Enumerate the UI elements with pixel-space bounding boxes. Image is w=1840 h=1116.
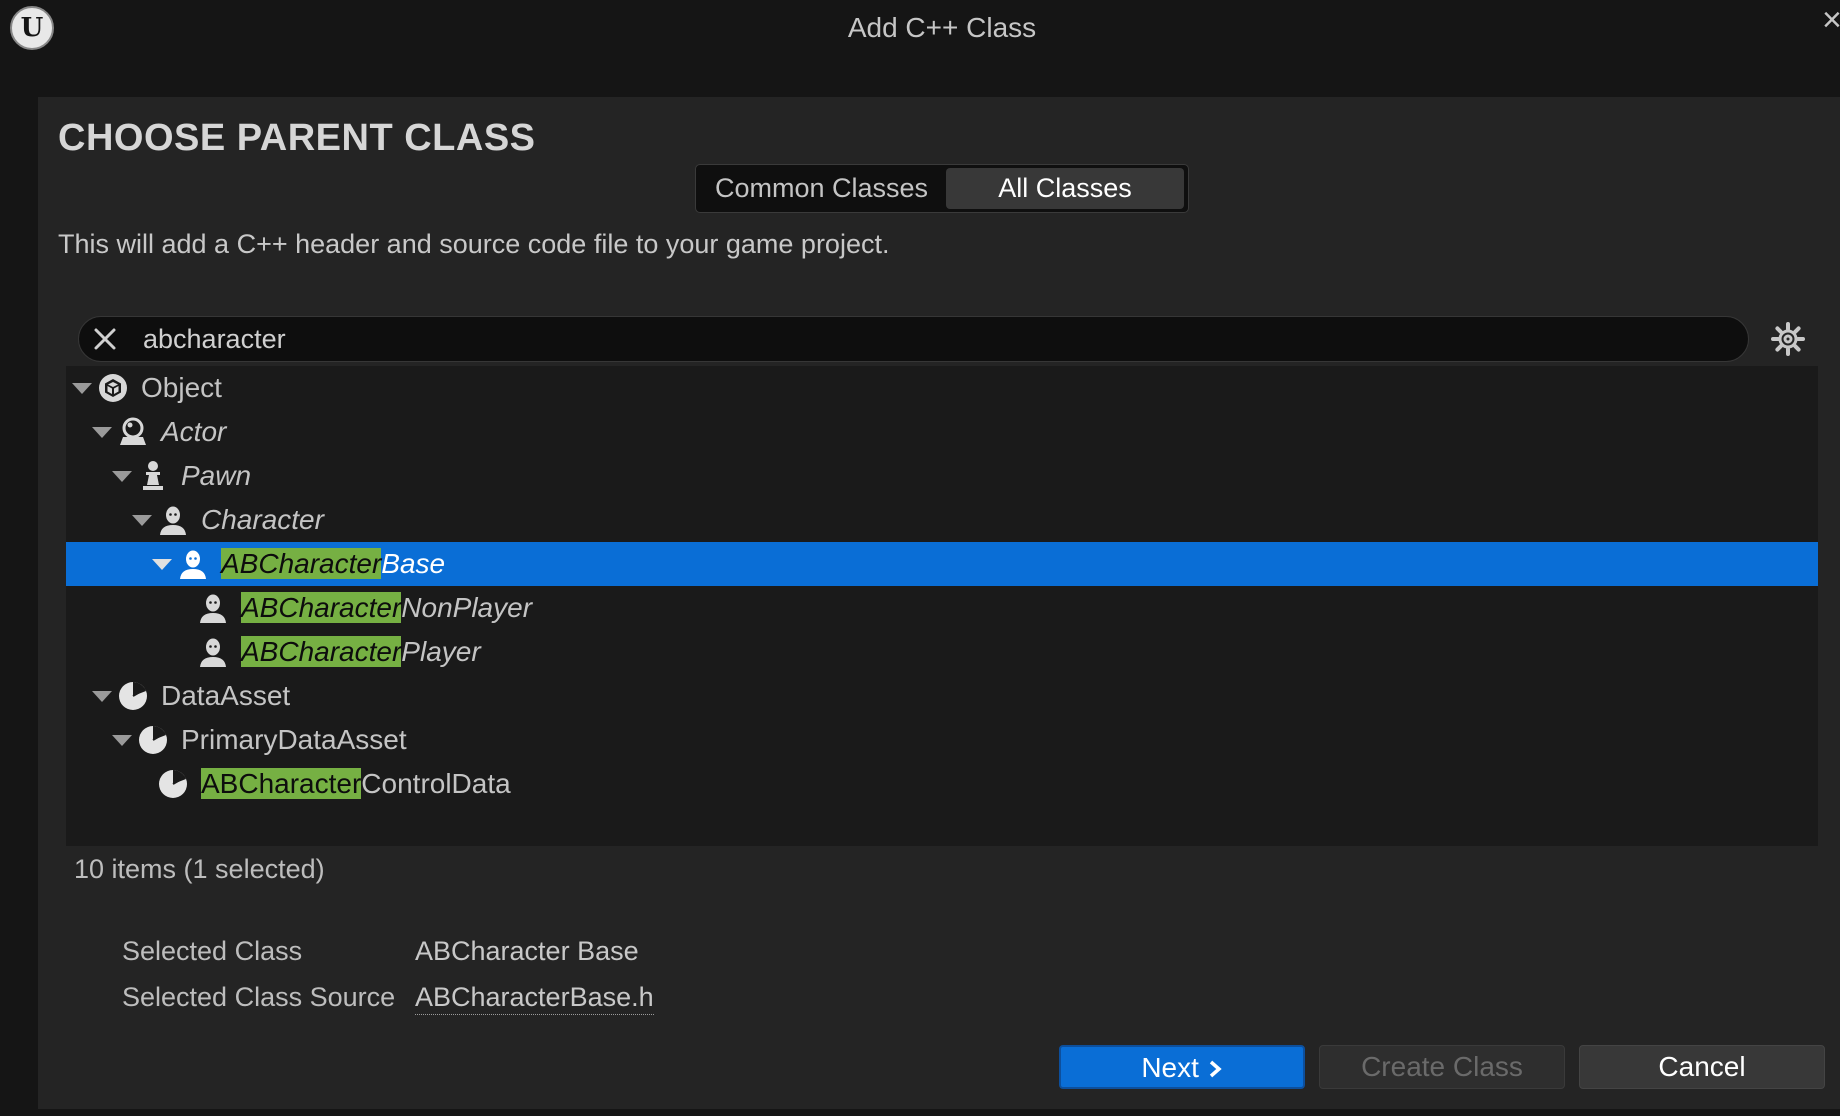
chevron-down-icon[interactable] xyxy=(130,508,154,532)
character-icon xyxy=(200,638,226,667)
tree-row-label: ABCharacterNonPlayer xyxy=(241,592,533,623)
object-icon xyxy=(99,374,127,402)
search-match-highlight: ABCharacter xyxy=(201,768,362,799)
tree-row-dataasset[interactable]: DataAsset xyxy=(66,674,1818,718)
page-title: CHOOSE PARENT CLASS xyxy=(58,117,536,159)
tree-row-object[interactable]: Object xyxy=(66,366,1818,410)
data-asset-icon xyxy=(119,682,147,710)
search-match-highlight: ABCharacter xyxy=(241,592,402,623)
close-icon[interactable]: × xyxy=(1822,2,1840,38)
selected-class-source-label: Selected Class Source xyxy=(122,982,396,1012)
tab-all-classes[interactable]: All Classes xyxy=(946,168,1184,209)
chevron-down-icon[interactable] xyxy=(110,728,134,752)
tree-row-actor[interactable]: Actor xyxy=(66,410,1818,454)
tree-row-abcharacterplayer[interactable]: ABCharacterPlayer xyxy=(66,630,1818,674)
tree-row-label: Object xyxy=(141,372,222,403)
tab-common-classes[interactable]: Common Classes xyxy=(699,168,944,209)
search-input[interactable] xyxy=(143,319,1703,359)
next-button[interactable]: Next xyxy=(1059,1045,1305,1089)
class-tree: Object Actor Pawn Character ABCharacterB… xyxy=(66,366,1818,846)
chevron-down-icon[interactable] xyxy=(90,420,114,444)
tree-row-label: ABCharacterBase xyxy=(221,548,446,579)
tree-row-character[interactable]: Character xyxy=(66,498,1818,542)
description-text: This will add a C++ header and source co… xyxy=(58,229,890,259)
window-title: Add C++ Class xyxy=(847,12,1037,43)
tree-row-label: PrimaryDataAsset xyxy=(181,724,407,755)
chevron-down-icon[interactable] xyxy=(90,684,114,708)
tree-row-label: Pawn xyxy=(181,460,252,491)
tree-row-label: Actor xyxy=(161,416,227,447)
create-class-button[interactable]: Create Class xyxy=(1319,1045,1565,1089)
tree-row-label: Character xyxy=(201,504,324,535)
class-filter-toggle: Common Classes All Classes xyxy=(695,164,1189,213)
chevron-down-icon[interactable] xyxy=(70,376,94,400)
character-icon xyxy=(180,550,206,579)
tree-row-abcharactercontroldata[interactable]: ABCharacterControlData xyxy=(66,762,1818,806)
close-icon[interactable] xyxy=(87,320,123,358)
tree-row-abcharacternonplayer[interactable]: ABCharacterNonPlayer xyxy=(66,586,1818,630)
chevron-down-icon[interactable] xyxy=(150,552,174,576)
title-bar: U Add C++ Class × xyxy=(0,0,1840,97)
search-match-highlight: ABCharacter xyxy=(221,548,382,579)
actor-icon xyxy=(120,417,146,445)
selected-class-label: Selected Class xyxy=(122,936,303,966)
data-asset-icon xyxy=(159,770,187,798)
tree-row-label: DataAsset xyxy=(161,680,291,711)
tree-row-label: ABCharacterPlayer xyxy=(241,636,481,667)
chevron-down-icon[interactable] xyxy=(110,464,134,488)
search-match-highlight: ABCharacter xyxy=(241,636,402,667)
gear-icon[interactable] xyxy=(1769,320,1807,358)
item-count: 10 items (1 selected) xyxy=(74,854,325,884)
pawn-icon xyxy=(143,461,163,490)
tree-row-abcharacterbase[interactable]: ABCharacterBase xyxy=(66,542,1818,586)
chevron-right-icon xyxy=(1209,1060,1222,1078)
data-asset-icon xyxy=(139,726,167,754)
selected-class-source-link[interactable]: ABCharacterBase.h xyxy=(415,982,654,1015)
tree-row-label: ABCharacterControlData xyxy=(201,768,511,799)
tree-row-pawn[interactable]: Pawn xyxy=(66,454,1818,498)
search-box xyxy=(78,316,1749,362)
character-icon xyxy=(160,506,186,535)
selected-class-value: ABCharacter Base xyxy=(415,936,639,966)
cancel-button[interactable]: Cancel xyxy=(1579,1045,1825,1089)
tree-row-primarydataasset[interactable]: PrimaryDataAsset xyxy=(66,718,1818,762)
character-icon xyxy=(200,594,226,623)
